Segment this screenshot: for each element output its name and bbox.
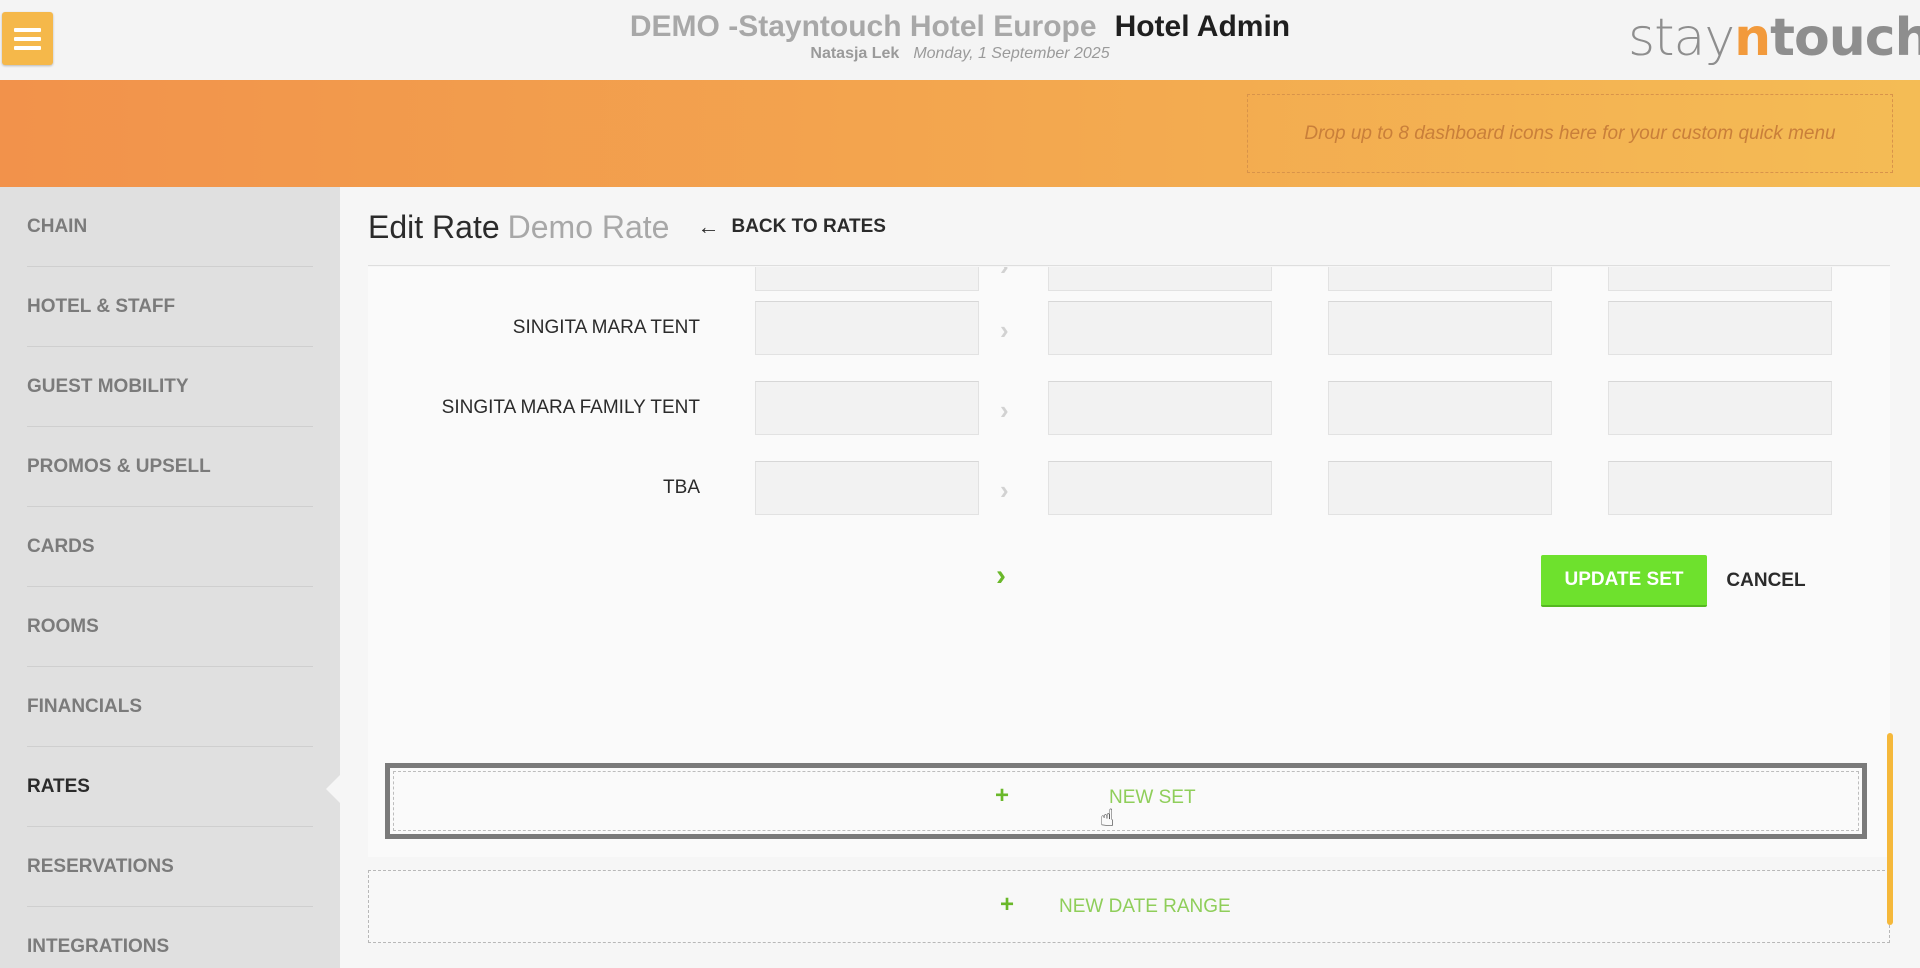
update-set-button[interactable]: UPDATE SET bbox=[1541, 555, 1707, 607]
business-date: Monday, 1 September 2025 bbox=[913, 45, 1110, 62]
room-type-label: SINGITA MARA TENT bbox=[512, 317, 700, 338]
sidebar-item-reservations[interactable]: RESERVATIONS bbox=[27, 827, 313, 907]
rate-input[interactable] bbox=[755, 381, 979, 435]
new-date-range-button[interactable]: + NEW DATE RANGE bbox=[368, 870, 1890, 943]
sidebar-item-cards[interactable]: CARDS bbox=[27, 507, 313, 587]
sidebar-item-guest-mobility[interactable]: GUEST MOBILITY bbox=[27, 347, 313, 427]
back-to-rates-label: BACK TO RATES bbox=[731, 216, 886, 237]
copy-right-icon[interactable]: › bbox=[1000, 395, 1009, 426]
rate-row: SINGITA MARA FAMILY TENT › bbox=[368, 381, 1890, 437]
quick-menu-dropzone[interactable]: Drop up to 8 dashboard icons here for yo… bbox=[1247, 94, 1893, 173]
copy-right-icon[interactable]: › bbox=[1000, 267, 1009, 282]
page-header: Edit Rate Demo Rate ← BACK TO RATES bbox=[368, 207, 886, 247]
rate-input[interactable] bbox=[1048, 301, 1272, 355]
new-date-range-label: NEW DATE RANGE bbox=[1059, 896, 1231, 917]
rate-input[interactable] bbox=[1048, 267, 1272, 291]
new-set-label: NEW SET bbox=[1109, 787, 1196, 808]
copy-all-right-icon[interactable]: › bbox=[996, 559, 1006, 593]
back-to-rates-link[interactable]: ← BACK TO RATES bbox=[697, 214, 885, 240]
rate-name: Demo Rate bbox=[507, 208, 670, 245]
main-content: Edit Rate Demo Rate ← BACK TO RATES › SI… bbox=[340, 187, 1920, 968]
rate-input[interactable] bbox=[755, 461, 979, 515]
cancel-button[interactable]: CANCEL bbox=[1713, 555, 1819, 607]
sidebar-item-integrations[interactable]: INTEGRATIONS bbox=[27, 907, 313, 968]
new-set-button[interactable]: + NEW SET bbox=[385, 763, 1867, 839]
rate-input[interactable] bbox=[755, 267, 979, 291]
room-type-label: TBA bbox=[663, 477, 700, 498]
scrollbar-thumb[interactable] bbox=[1887, 733, 1893, 925]
rate-input[interactable] bbox=[1608, 267, 1832, 291]
rate-input[interactable] bbox=[1608, 301, 1832, 355]
plus-icon: + bbox=[995, 782, 1010, 809]
sidebar-item-rooms[interactable]: ROOMS bbox=[27, 587, 313, 667]
user-name: Natasja Lek bbox=[810, 45, 900, 62]
rate-input[interactable] bbox=[755, 301, 979, 355]
page-title: Edit Rate bbox=[368, 208, 500, 245]
plus-icon: + bbox=[1000, 891, 1015, 918]
rate-input[interactable] bbox=[1608, 461, 1832, 515]
rate-input[interactable] bbox=[1328, 267, 1552, 291]
top-bar: DEMO -Stayntouch Hotel Europe Hotel Admin… bbox=[0, 0, 1920, 80]
sidebar-item-chain[interactable]: CHAIN bbox=[27, 187, 313, 267]
stayntouch-logo: stayntouch bbox=[1628, 8, 1920, 68]
sidebar-item-financials[interactable]: FINANCIALS bbox=[27, 667, 313, 747]
back-arrow-icon: ← bbox=[697, 214, 720, 239]
rate-input[interactable] bbox=[1048, 381, 1272, 435]
sidebar-item-rates[interactable]: RATES bbox=[27, 747, 313, 827]
rate-input[interactable] bbox=[1048, 461, 1272, 515]
header-divider bbox=[368, 265, 1890, 266]
rate-input[interactable] bbox=[1328, 301, 1552, 355]
admin-sidebar: CHAIN HOTEL & STAFF GUEST MOBILITY PROMO… bbox=[0, 187, 341, 968]
room-type-label: SINGITA MARA FAMILY TENT bbox=[441, 397, 700, 418]
copy-right-icon[interactable]: › bbox=[1000, 315, 1009, 346]
rate-input[interactable] bbox=[1328, 461, 1552, 515]
app-name: Hotel Admin bbox=[1114, 10, 1291, 43]
rate-row: TBA › bbox=[368, 461, 1890, 517]
sidebar-item-hotel-staff[interactable]: HOTEL & STAFF bbox=[27, 267, 313, 347]
rate-row: SINGITA MARA TENT › bbox=[368, 301, 1890, 357]
sidebar-item-promos-upsell[interactable]: PROMOS & UPSELL bbox=[27, 427, 313, 507]
hotel-name: DEMO -Stayntouch Hotel Europe bbox=[629, 10, 1097, 43]
copy-right-icon[interactable]: › bbox=[1000, 475, 1009, 506]
hand-cursor-icon: ☝ bbox=[1100, 805, 1115, 832]
rate-input[interactable] bbox=[1608, 381, 1832, 435]
rate-input[interactable] bbox=[1328, 381, 1552, 435]
active-item-pointer bbox=[326, 774, 341, 804]
